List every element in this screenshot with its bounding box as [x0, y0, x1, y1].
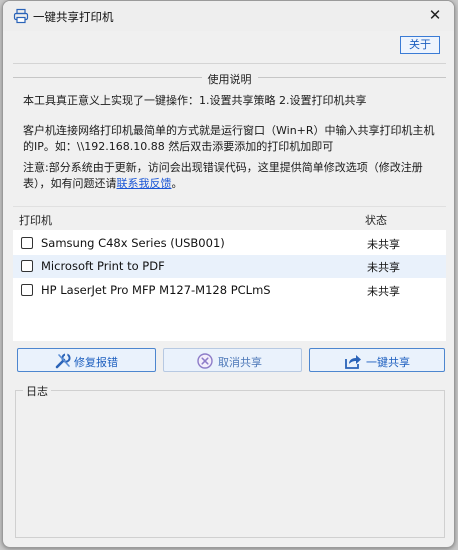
divider: [13, 63, 446, 64]
printer-list[interactable]: 打印机 状态 Samsung C48x Series (USB001) 未共享 …: [13, 206, 446, 341]
usage-title: 使用说明: [201, 73, 258, 86]
table-row[interactable]: HP LaserJet Pro MFP M127-M128 PCLmS 未共享: [13, 279, 446, 302]
cancel-share-button[interactable]: 取消共享: [163, 348, 302, 372]
one-click-share-button[interactable]: 一键共享: [309, 348, 445, 372]
log-panel: 日志: [15, 383, 445, 538]
share-icon: [345, 355, 361, 369]
one-click-share-label: 一键共享: [366, 356, 410, 369]
usage-note-end: 。: [171, 177, 183, 190]
table-row[interactable]: Microsoft Print to PDF 未共享: [13, 255, 446, 278]
printer-checkbox[interactable]: [21, 260, 33, 272]
cancel-share-label: 取消共享: [218, 356, 262, 369]
usage-section: 使用说明 本工具真正意义上实现了一键操作：1.设置共享策略 2.设置打印机共享 …: [13, 67, 446, 203]
log-area[interactable]: [15, 390, 445, 538]
printer-status: 未共享: [367, 285, 400, 298]
cancel-circle-icon: [197, 353, 213, 369]
printer-checkbox[interactable]: [21, 237, 33, 249]
wrench-icon: [55, 353, 71, 369]
printer-status: 未共享: [367, 238, 400, 251]
window-title: 一键共享打印机: [33, 10, 114, 24]
usage-line-1: 本工具真正意义上实现了一键操作：1.设置共享策略 2.设置打印机共享: [23, 94, 367, 107]
about-button[interactable]: 关于: [400, 36, 440, 54]
printer-name: HP LaserJet Pro MFP M127-M128 PCLmS: [41, 283, 271, 297]
title-bar: 一键共享打印机 ✕: [3, 1, 454, 31]
printer-name: Microsoft Print to PDF: [41, 259, 165, 273]
printer-name: Samsung C48x Series (USB001): [41, 236, 225, 250]
repair-label: 修复报错: [74, 356, 118, 369]
main-window: 一键共享打印机 ✕ 关于 使用说明 本工具真正意义上实现了一键操作：1.设置共享…: [2, 0, 455, 548]
printer-checkbox[interactable]: [21, 284, 33, 296]
printer-icon: [13, 8, 29, 24]
column-header-status[interactable]: 状态: [365, 212, 387, 228]
printer-list-header: 打印机 状态: [13, 207, 446, 230]
column-header-printer[interactable]: 打印机: [19, 212, 52, 228]
usage-note: 注意:部分系统由于更新，访问会出现错误代码，这里提供简单修改选项（修改注册表），…: [23, 160, 437, 192]
usage-line-2: 客户机连接网络打印机最简单的方式就是运行窗口（Win+R）中输入共享打印机主机的…: [23, 124, 435, 153]
usage-note-text: 注意:部分系统由于更新，访问会出现错误代码，这里提供简单修改选项（修改注册表），…: [23, 161, 423, 190]
repair-button[interactable]: 修复报错: [17, 348, 156, 372]
close-button[interactable]: ✕: [426, 6, 444, 24]
log-title: 日志: [23, 383, 51, 399]
printer-status: 未共享: [367, 261, 400, 274]
feedback-link[interactable]: 联系我反馈: [117, 177, 172, 190]
table-row[interactable]: Samsung C48x Series (USB001) 未共享: [13, 232, 446, 255]
